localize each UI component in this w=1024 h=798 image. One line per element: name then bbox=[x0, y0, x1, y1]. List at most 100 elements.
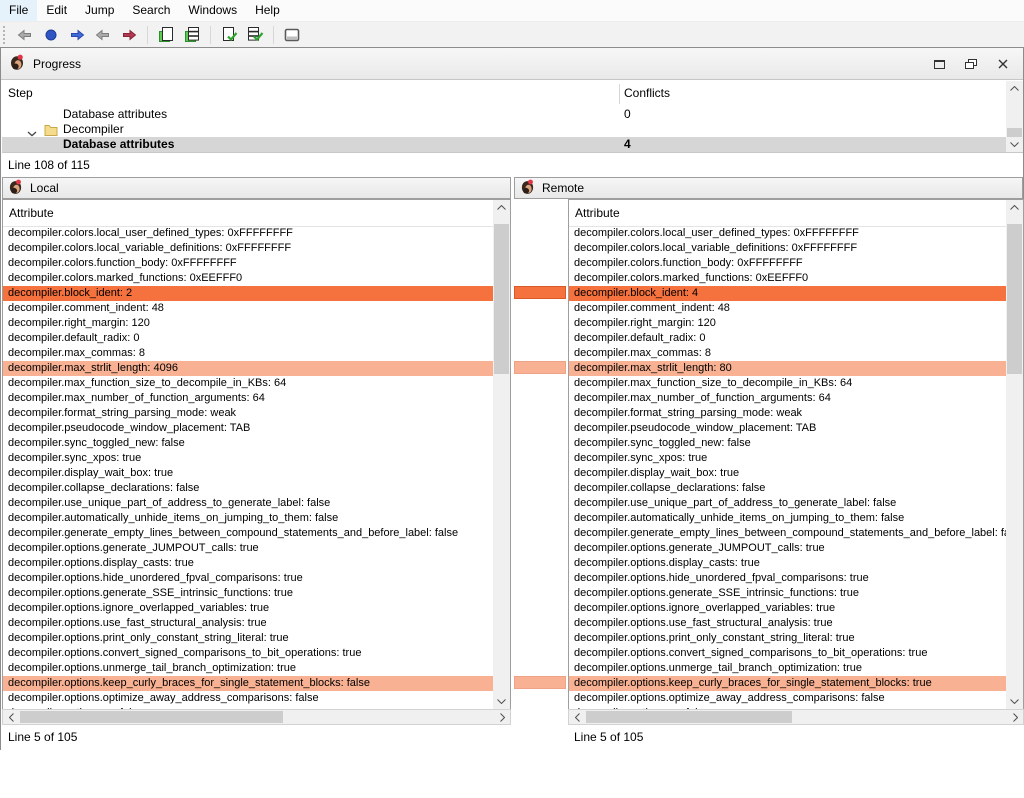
copy-database-icon[interactable] bbox=[180, 24, 204, 46]
column-header-step[interactable]: Step bbox=[8, 86, 33, 100]
menu-item-windows[interactable]: Windows bbox=[179, 0, 246, 21]
menu-item-help[interactable]: Help bbox=[246, 0, 289, 21]
menu-item-file[interactable]: File bbox=[0, 0, 37, 21]
attribute-row[interactable]: decompiler.options.convert_signed_compar… bbox=[569, 646, 1006, 661]
local-pane-titlebar[interactable]: Local bbox=[2, 177, 511, 199]
attribute-row[interactable]: decompiler.options.generate_SSE_intrinsi… bbox=[569, 586, 1006, 601]
attribute-row[interactable]: decompiler.display_wait_box: true bbox=[569, 466, 1006, 481]
scroll-up-button[interactable] bbox=[1006, 81, 1023, 96]
scroll-down-button[interactable] bbox=[1006, 694, 1023, 709]
accept-database-icon[interactable] bbox=[243, 24, 267, 46]
accept-file-icon[interactable] bbox=[217, 24, 241, 46]
attribute-row[interactable]: decompiler.block_ident: 4 bbox=[569, 286, 1006, 301]
step-row[interactable]: Decompiler bbox=[2, 122, 1006, 137]
toolbar-grip-handle[interactable] bbox=[3, 26, 8, 44]
attribute-row[interactable]: decompiler.automatically_unhide_items_on… bbox=[569, 511, 1006, 526]
attribute-row[interactable]: decompiler.options.display_casts: true bbox=[3, 556, 493, 571]
scroll-right-button[interactable] bbox=[494, 710, 510, 724]
attribute-row[interactable]: decompiler.colors.function_body: 0xFFFFF… bbox=[569, 256, 1006, 271]
attribute-row[interactable]: decompiler.options.convert_signed_compar… bbox=[3, 646, 493, 661]
attribute-row[interactable]: decompiler.options.generate_SSE_intrinsi… bbox=[3, 586, 493, 601]
attribute-row[interactable]: decompiler.right_margin: 120 bbox=[3, 316, 493, 331]
attribute-row[interactable]: decompiler.options.optimize_away_address… bbox=[3, 691, 493, 706]
diff-marker[interactable] bbox=[514, 361, 566, 374]
attribute-row[interactable]: decompiler.collapse_declarations: false bbox=[569, 481, 1006, 496]
column-separator[interactable] bbox=[619, 84, 620, 104]
attribute-row[interactable]: decompiler.display_wait_box: true bbox=[3, 466, 493, 481]
attribute-row[interactable]: decompiler.max_strlit_length: 80 bbox=[569, 361, 1006, 376]
attribute-row[interactable]: decompiler.options.generate_JUMPOUT_call… bbox=[3, 541, 493, 556]
attribute-row[interactable]: decompiler.max_number_of_function_argume… bbox=[3, 391, 493, 406]
attribute-row[interactable]: decompiler.default_radix: 0 bbox=[3, 331, 493, 346]
attribute-row[interactable]: decompiler.colors.marked_functions: 0xEE… bbox=[3, 271, 493, 286]
menu-item-search[interactable]: Search bbox=[123, 0, 179, 21]
maximize-button[interactable] bbox=[925, 53, 953, 75]
attribute-row[interactable]: decompiler.format_string_parsing_mode: w… bbox=[3, 406, 493, 421]
prev-conflict-icon[interactable] bbox=[91, 24, 115, 46]
remote-horizontal-scrollbar[interactable] bbox=[568, 709, 1024, 725]
attribute-row[interactable]: decompiler.max_number_of_function_argume… bbox=[569, 391, 1006, 406]
local-list-header[interactable]: Attribute bbox=[3, 200, 493, 227]
scroll-up-button[interactable] bbox=[1006, 200, 1023, 215]
scrollbar-thumb[interactable] bbox=[1007, 128, 1022, 137]
attribute-row[interactable]: decompiler.colors.local_variable_definit… bbox=[569, 241, 1006, 256]
attribute-row[interactable]: decompiler.options.unmerge_tail_branch_o… bbox=[3, 661, 493, 676]
attribute-row[interactable]: decompiler.max_strlit_length: 4096 bbox=[3, 361, 493, 376]
remote-list-header[interactable]: Attribute bbox=[569, 200, 1006, 227]
attribute-row[interactable]: decompiler.max_commas: 8 bbox=[3, 346, 493, 361]
attribute-row[interactable]: decompiler.pseudocode_window_placement: … bbox=[3, 421, 493, 436]
attribute-row[interactable]: decompiler.right_margin: 120 bbox=[569, 316, 1006, 331]
scrollbar-thumb[interactable] bbox=[1007, 224, 1022, 374]
scroll-up-button[interactable] bbox=[493, 200, 510, 215]
attribute-row[interactable]: decompiler.comment_indent: 48 bbox=[3, 301, 493, 316]
attribute-row[interactable]: decompiler.use_unique_part_of_address_to… bbox=[3, 496, 493, 511]
attribute-row[interactable]: decompiler.collapse_declarations: false bbox=[3, 481, 493, 496]
attribute-row[interactable]: decompiler.options.print_only_constant_s… bbox=[569, 631, 1006, 646]
scroll-left-button[interactable] bbox=[569, 710, 585, 724]
attribute-row[interactable]: decompiler.colors.local_variable_definit… bbox=[3, 241, 493, 256]
attribute-row[interactable]: decompiler.options.hide_unordered_fpval_… bbox=[569, 571, 1006, 586]
step-row[interactable]: Database attributes0 bbox=[2, 107, 1006, 122]
attribute-row[interactable]: decompiler.comment_indent: 48 bbox=[569, 301, 1006, 316]
scrollbar-thumb[interactable] bbox=[494, 224, 509, 374]
float-window-button[interactable] bbox=[957, 53, 985, 75]
attribute-row[interactable]: decompiler.options.generate_JUMPOUT_call… bbox=[569, 541, 1006, 556]
attribute-row[interactable]: decompiler.options.ignore_overlapped_var… bbox=[3, 601, 493, 616]
progress-titlebar[interactable]: Progress bbox=[1, 48, 1023, 80]
attribute-row[interactable]: decompiler.options.optimize_away_address… bbox=[569, 691, 1006, 706]
scrollbar-thumb[interactable] bbox=[20, 711, 283, 723]
attribute-row[interactable]: decompiler.block_ident: 2 bbox=[3, 286, 493, 301]
attribute-row[interactable]: decompiler.options.use_fast_structural_a… bbox=[3, 616, 493, 631]
attribute-row[interactable]: decompiler.colors.local_user_defined_typ… bbox=[569, 226, 1006, 241]
attribute-row[interactable]: decompiler.sync_xpos: true bbox=[3, 451, 493, 466]
current-position-icon[interactable] bbox=[39, 24, 63, 46]
attribute-row[interactable]: decompiler.max_commas: 8 bbox=[569, 346, 1006, 361]
diff-marker[interactable] bbox=[514, 286, 566, 299]
forward-icon[interactable] bbox=[65, 24, 89, 46]
attribute-row[interactable]: decompiler.generate_empty_lines_between_… bbox=[3, 526, 493, 541]
scroll-down-button[interactable] bbox=[493, 694, 510, 709]
attribute-row[interactable]: decompiler.pseudocode_window_placement: … bbox=[569, 421, 1006, 436]
steps-table-vertical-scrollbar[interactable] bbox=[1006, 81, 1023, 152]
attribute-row[interactable]: decompiler.options.display_casts: true bbox=[569, 556, 1006, 571]
attribute-row[interactable]: decompiler.options.print_only_constant_s… bbox=[3, 631, 493, 646]
attribute-row[interactable]: decompiler.max_function_size_to_decompil… bbox=[569, 376, 1006, 391]
attribute-row[interactable]: decompiler.sync_toggled_new: false bbox=[569, 436, 1006, 451]
attribute-row[interactable]: decompiler.options.ignore_overlapped_var… bbox=[569, 601, 1006, 616]
column-header-conflicts[interactable]: Conflicts bbox=[624, 86, 670, 100]
attribute-row[interactable]: decompiler.options.unmerge_tail_branch_o… bbox=[569, 661, 1006, 676]
diff-marker[interactable] bbox=[514, 676, 566, 689]
local-vertical-scrollbar[interactable] bbox=[493, 200, 510, 709]
attribute-row[interactable]: decompiler.format_string_parsing_mode: w… bbox=[569, 406, 1006, 421]
attribute-row[interactable]: decompiler.options.keep_curly_braces_for… bbox=[3, 676, 493, 691]
attribute-row[interactable]: decompiler.generate_empty_lines_between_… bbox=[569, 526, 1006, 541]
attribute-row[interactable]: decompiler.options.keep_curly_braces_for… bbox=[569, 676, 1006, 691]
back-icon[interactable] bbox=[13, 24, 37, 46]
windows-icon[interactable] bbox=[280, 24, 304, 46]
attribute-row[interactable]: decompiler.options.use_fast_structural_a… bbox=[569, 616, 1006, 631]
step-row[interactable]: Database attributes4 bbox=[2, 137, 1006, 152]
remote-pane-titlebar[interactable]: Remote bbox=[514, 177, 1023, 199]
attribute-row[interactable]: decompiler.max_function_size_to_decompil… bbox=[3, 376, 493, 391]
menu-item-jump[interactable]: Jump bbox=[76, 0, 123, 21]
next-conflict-icon[interactable] bbox=[117, 24, 141, 46]
